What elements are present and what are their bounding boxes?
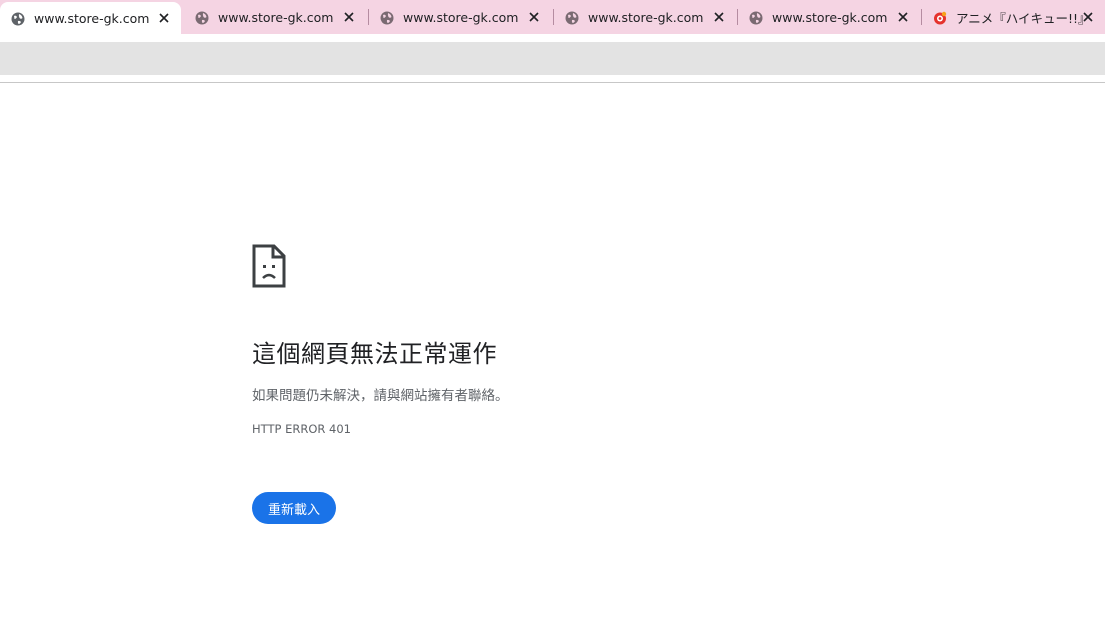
globe-icon (195, 10, 209, 25)
close-icon[interactable] (157, 11, 171, 25)
sad-document-icon (252, 244, 286, 288)
globe-icon (380, 10, 394, 25)
tab-title: www.store-gk.com (403, 9, 519, 25)
globe-icon (565, 10, 579, 25)
tab-3[interactable]: www.store-gk.com (369, 2, 551, 32)
close-icon[interactable] (527, 10, 541, 24)
close-icon[interactable] (1081, 10, 1095, 24)
toolbar (0, 42, 1105, 75)
tab-5[interactable]: www.store-gk.com (738, 2, 920, 32)
close-icon[interactable] (342, 10, 356, 24)
tab-title: www.store-gk.com (34, 10, 150, 26)
tab-title: www.store-gk.com (772, 9, 888, 25)
error-code: HTTP ERROR 401 (252, 422, 351, 436)
close-icon[interactable] (712, 10, 726, 24)
site-logo-icon (933, 10, 947, 25)
tab-2[interactable]: www.store-gk.com (184, 2, 366, 32)
globe-icon (11, 11, 25, 26)
tab-4[interactable]: www.store-gk.com (554, 2, 736, 32)
tab-title: www.store-gk.com (218, 9, 334, 25)
tab-title: アニメ『ハイキュー!!』×極 (956, 10, 1084, 26)
error-headline: 這個網頁無法正常運作 (252, 340, 497, 368)
globe-icon (749, 10, 763, 25)
toolbar-divider (0, 82, 1105, 83)
tab-strip: www.store-gk.com www.store-gk.com www.st… (0, 0, 1105, 34)
close-icon[interactable] (896, 10, 910, 24)
tab-title: www.store-gk.com (588, 9, 704, 25)
tab-6[interactable]: アニメ『ハイキュー!!』×極 (922, 2, 1105, 32)
tab-1[interactable]: www.store-gk.com (0, 2, 181, 34)
reload-button[interactable]: 重新載入 (252, 492, 336, 524)
error-message: 如果問題仍未解決，請與網站擁有者聯絡。 (252, 388, 509, 404)
